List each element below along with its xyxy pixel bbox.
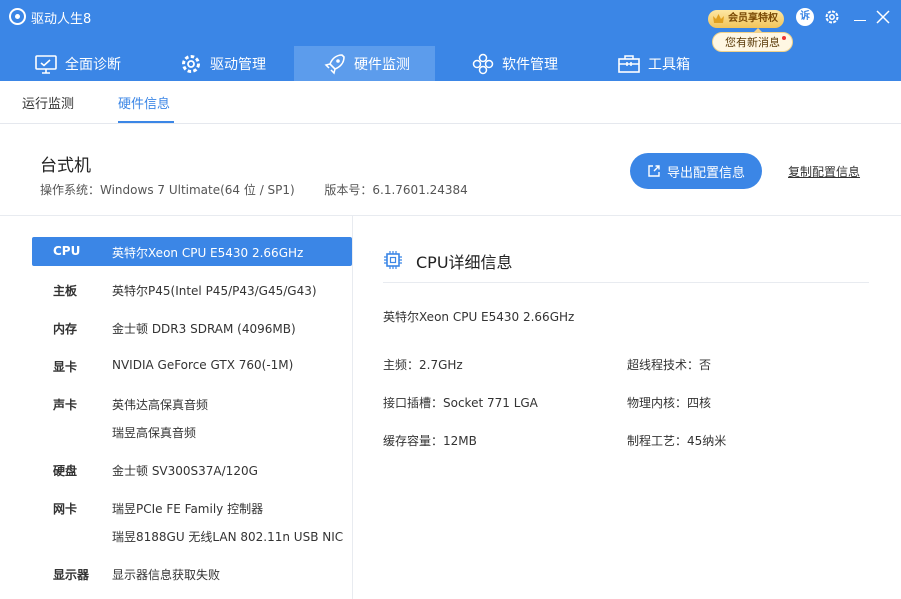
minimize-button[interactable]	[851, 8, 869, 26]
active-tab-indicator	[118, 121, 174, 123]
hardware-value: 瑞昱PCIe FE Family 控制器	[112, 502, 264, 516]
cpu-detail-panel: CPU详细信息 英特尔Xeon CPU E5430 2.66GHz 主频：2.7…	[353, 216, 901, 599]
nav-toolbox[interactable]: 工具箱	[614, 46, 694, 81]
tab-hardware-info[interactable]: 硬件信息	[118, 93, 170, 112]
detail-divider	[383, 282, 869, 283]
crown-icon	[713, 14, 724, 23]
nav-label: 驱动管理	[210, 56, 266, 73]
tab-runtime-monitor[interactable]: 运行监测	[22, 93, 74, 112]
pc-type-heading: 台式机	[40, 156, 91, 176]
vip-badge[interactable]: 会员享特权	[708, 10, 784, 28]
nav-software-management[interactable]: 软件管理	[468, 46, 562, 81]
unread-dot-icon	[782, 36, 786, 40]
hardware-row-network[interactable]: 网卡 瑞昱PCIe FE Family 控制器 瑞昱8188GU 无线LAN 8…	[32, 500, 352, 544]
hardware-label: 网卡	[53, 502, 78, 516]
detail-title: CPU详细信息	[416, 253, 513, 272]
cpu-socket: 接口插槽：Socket 771 LGA	[383, 396, 538, 410]
cpu-chip-icon	[384, 251, 402, 269]
vip-badge-label: 会员享特权	[728, 13, 778, 24]
export-icon	[648, 165, 660, 177]
close-icon	[876, 10, 890, 24]
close-button[interactable]	[874, 8, 892, 26]
hardware-label: CPU	[53, 244, 81, 258]
nav-label: 全面诊断	[65, 56, 121, 73]
system-summary: 台式机 操作系统：Windows 7 Ultimate(64 位 / SP1) …	[0, 124, 901, 216]
nav-hardware-monitor[interactable]: 硬件监测	[294, 46, 435, 81]
hardware-label: 声卡	[53, 398, 78, 412]
hardware-value: 显示器信息获取失败	[112, 568, 221, 582]
hardware-value: 金士顿 DDR3 SDRAM (4096MB)	[112, 322, 296, 336]
export-config-label: 导出配置信息	[666, 165, 745, 181]
hardware-list: CPU 英特尔Xeon CPU E5430 2.66GHz 主板 英特尔P45(…	[22, 216, 353, 599]
hardware-value: 英特尔Xeon CPU E5430 2.66GHz	[112, 246, 304, 260]
nav-full-diagnosis[interactable]: 全面诊断	[31, 46, 125, 81]
nav-label: 硬件监测	[354, 56, 410, 73]
hardware-label: 硬盘	[53, 464, 78, 478]
user-avatar-icon[interactable]: 诉	[796, 8, 814, 26]
settings-gear-icon[interactable]	[823, 8, 841, 26]
cpu-cache: 缓存容量：12MB	[383, 434, 477, 448]
version-info: 版本号：6.1.7601.24384	[324, 183, 468, 197]
hardware-label: 内存	[53, 322, 78, 336]
nav-label: 软件管理	[502, 56, 558, 73]
cpu-cores: 物理内核：四核	[627, 396, 712, 410]
hardware-label: 显卡	[53, 360, 78, 374]
flower-icon	[472, 53, 494, 74]
toolbox-icon	[618, 54, 640, 73]
copy-config-link[interactable]: 复制配置信息	[788, 163, 860, 180]
monitor-check-icon	[35, 54, 57, 74]
cpu-name: 英特尔Xeon CPU E5430 2.66GHz	[383, 310, 575, 324]
hardware-value: 瑞昱高保真音频	[112, 426, 197, 440]
app-header: 驱动人生8 会员享特权 您有新消息 诉 全面诊断 驱动管理 硬件监测 软件管理 …	[0, 0, 901, 81]
cpu-frequency: 主频：2.7GHz	[383, 358, 463, 372]
app-title: 驱动人生8	[31, 12, 92, 27]
hardware-row-cpu[interactable]: CPU 英特尔Xeon CPU E5430 2.66GHz	[32, 237, 352, 266]
main-nav: 全面诊断 驱动管理 硬件监测 软件管理 工具箱	[0, 46, 901, 81]
hardware-value: NVIDIA GeForce GTX 760(-1M)	[112, 358, 294, 372]
cpu-process: 制程工艺：45纳米	[627, 434, 727, 448]
hardware-value: 英伟达高保真音频	[112, 398, 209, 412]
nav-driver-management[interactable]: 驱动管理	[176, 46, 270, 81]
hardware-value: 英特尔P45(Intel P45/P43/G45/G43)	[112, 284, 317, 298]
hardware-value: 金士顿 SV300S37A/120G	[112, 464, 258, 478]
export-config-button[interactable]: 导出配置信息	[630, 153, 762, 189]
app-logo-icon	[9, 8, 26, 25]
hardware-label: 显示器	[53, 568, 90, 582]
sub-tabs: 运行监测 硬件信息	[0, 81, 901, 124]
nav-label: 工具箱	[648, 56, 690, 73]
hardware-row-sound[interactable]: 声卡 英伟达高保真音频 瑞昱高保真音频	[32, 396, 352, 440]
os-info: 操作系统：Windows 7 Ultimate(64 位 / SP1)	[40, 183, 295, 197]
gear-icon	[182, 54, 200, 73]
title-bar: 驱动人生8 会员享特权 您有新消息 诉	[0, 0, 901, 52]
hardware-value: 瑞昱8188GU 无线LAN 802.11n USB NIC	[112, 530, 344, 544]
os-version-line: 操作系统：Windows 7 Ultimate(64 位 / SP1) 版本号：…	[40, 181, 468, 198]
hardware-label: 主板	[53, 284, 78, 298]
cpu-hyperthreading: 超线程技术：否	[627, 358, 712, 372]
rocket-icon	[324, 53, 345, 74]
